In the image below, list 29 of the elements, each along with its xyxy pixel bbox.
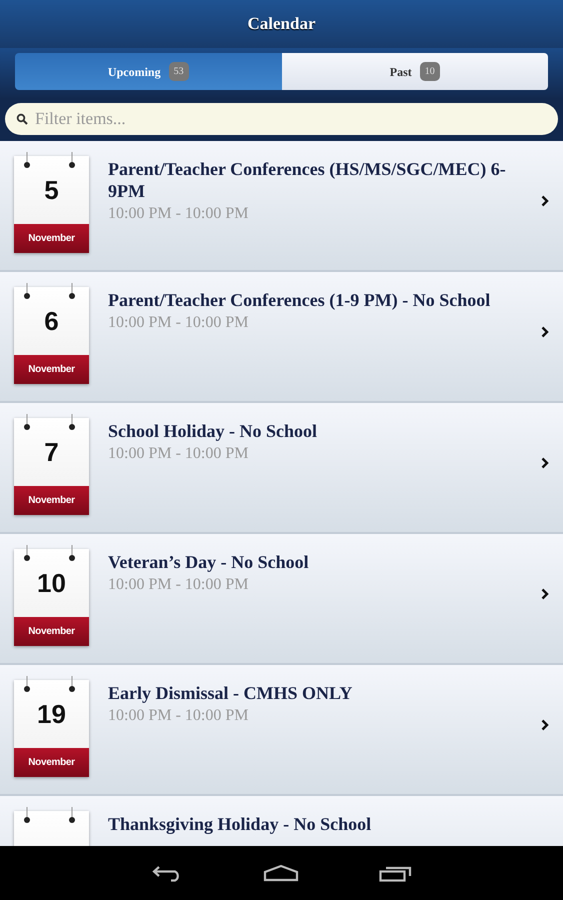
chevron-icon [541,588,549,600]
event-time: 10:00 PM - 10:00 PM [108,444,250,464]
event-row[interactable]: 7 November School Holiday - No School 10:00 PM - 10:00 PM [0,403,563,534]
event-row[interactable]: 5 November Parent/Teacher Conferences (HS/MS/SGC/MEC) 6-9PM 10:00 PM - 10:00 PM [0,141,563,272]
event-title: Thanksgiving Holiday - No School [108,813,372,835]
chevron-icon [541,194,549,206]
count-badge: 53 [168,62,189,81]
count-badge: 10 [420,62,440,81]
home-icon[interactable] [262,864,298,882]
event-title: Veteran’s Day - No School [108,551,310,573]
recent-apps-icon[interactable] [378,864,412,882]
event-time: 10:00 PM - 10:00 PM [108,575,250,595]
chevron-icon [541,326,549,338]
event-time: 10:00 PM - 10:00 PM [108,313,250,333]
event-title: Parent/Teacher Conferences (1-9 PM) - No School [108,289,492,311]
chevron-icon [541,718,549,730]
event-title: School Holiday - No School [108,420,318,442]
event-row[interactable]: 19 November Early Dismissal - CMHS ONLY 10:00 PM - 10:00 PM [0,665,563,796]
tab[interactable]: Past 10 [282,53,548,90]
page-title: Calendar [248,13,316,36]
tab[interactable]: Upcoming 53 [15,53,282,90]
chevron-icon [541,456,549,468]
search-field[interactable]: Filter items... [5,103,558,135]
event-row[interactable]: 10 November Veteran’s Day - No School 10:00 PM - 10:00 PM [0,534,563,665]
event-time: 10:00 PM - 10:00 PM [108,706,250,726]
event-title: Parent/Teacher Conferences (HS/MS/SGC/MEC) 6-9PM [108,158,507,202]
event-title: Early Dismissal - CMHS ONLY [108,682,354,704]
event-row[interactable]: 6 November Parent/Teacher Conferences (1-9 PM) - No School 10:00 PM - 10:00 PM [0,272,563,403]
event-time: 10:00 PM - 10:00 PM [108,204,250,224]
